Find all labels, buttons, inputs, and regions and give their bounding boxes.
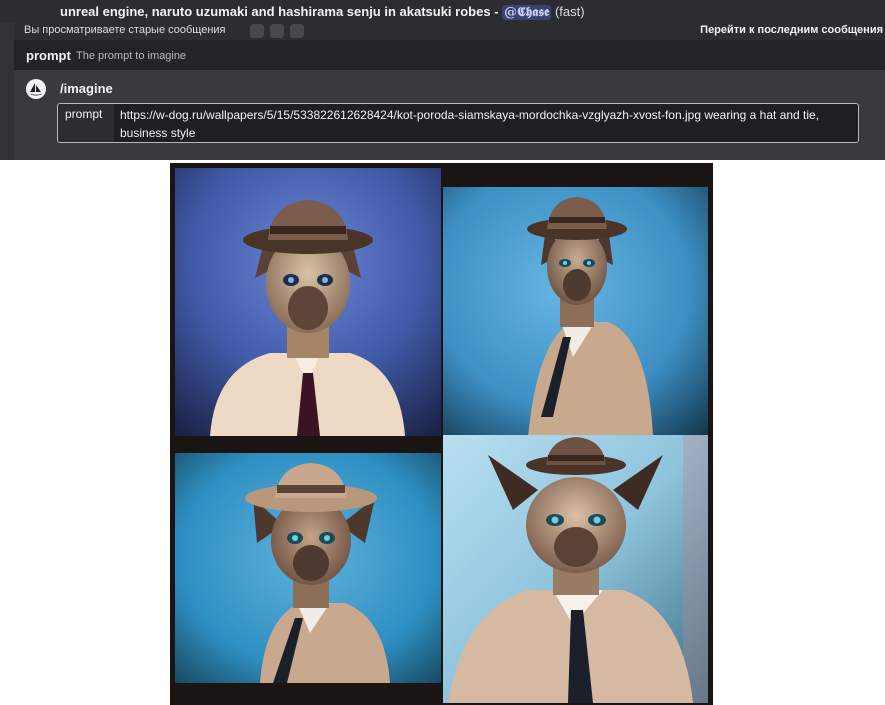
option-hint-description: The prompt to imagine: [76, 50, 187, 62]
message-text: unreal engine, naruto uzumaki and hashir…: [60, 4, 585, 20]
command-name: /imagine: [60, 81, 113, 96]
old-messages-banner: Вы просматриваете старые сообщения Перей…: [14, 22, 885, 40]
jump-to-latest-link[interactable]: Перейти к последним сообщения: [700, 24, 883, 36]
slash-command-input-area: /imagine prompt https://w-dog.ru/wallpap…: [14, 70, 885, 160]
prompt-option-label-text: prompt: [65, 107, 103, 121]
discord-chat-panel: unreal engine, naruto uzumaki and hashir…: [0, 0, 885, 160]
message-prompt-text: unreal engine, naruto uzumaki and hashir…: [60, 4, 503, 19]
generated-image-3[interactable]: [175, 453, 441, 683]
option-hint-bar: prompt The prompt to imagine: [14, 40, 885, 70]
prompt-input[interactable]: https://w-dog.ru/wallpapers/5/15/5338226…: [120, 106, 850, 142]
message-line: unreal engine, naruto uzumaki and hashir…: [0, 0, 885, 22]
faded-icon: [270, 24, 284, 38]
faded-icon: [250, 24, 264, 38]
faded-reaction-icons: [250, 22, 304, 40]
old-messages-notice: Вы просматриваете старые сообщения: [24, 24, 226, 36]
option-hint-name: prompt: [26, 48, 71, 63]
prompt-option-label: prompt: [58, 104, 114, 142]
prompt-option-field[interactable]: prompt https://w-dog.ru/wallpapers/5/15/…: [57, 103, 859, 143]
mode-label: (fast): [554, 4, 585, 19]
user-mention[interactable]: @𝕮𝖍𝖆𝖘𝖊: [502, 5, 552, 20]
generated-image-2[interactable]: [443, 187, 708, 437]
generated-image-1[interactable]: [175, 168, 441, 436]
faded-icon: [290, 24, 304, 38]
midjourney-sailboat-icon: [26, 79, 46, 99]
generated-image-4[interactable]: [443, 435, 708, 703]
generated-image-grid[interactable]: [170, 163, 713, 705]
